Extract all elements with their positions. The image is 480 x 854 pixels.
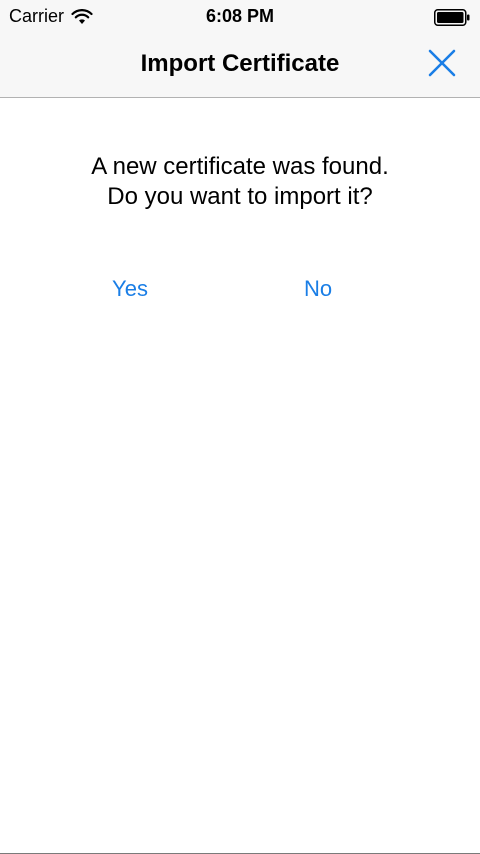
navigation-bar: Import Certificate <box>0 34 480 97</box>
top-bar: Carrier 6:08 PM Import Certificate <box>0 0 480 98</box>
dialog-content: A new certificate was found. Do you want… <box>0 98 480 312</box>
message-line-1: A new certificate was found. <box>91 153 389 180</box>
button-row: Yes No <box>0 272 480 312</box>
status-time: 6:08 PM <box>205 6 275 26</box>
close-icon[interactable] <box>426 47 458 79</box>
message-line-2: Do you want to import it? <box>107 183 373 210</box>
import-message: A new certificate was found. Do you want… <box>0 152 480 212</box>
yes-button[interactable]: Yes <box>106 272 154 306</box>
no-button[interactable]: No <box>298 272 338 306</box>
battery-icon <box>434 9 470 26</box>
import-certificate-screen: Carrier 6:08 PM Import Certificate A new… <box>0 0 480 854</box>
status-bar: Carrier 6:08 PM <box>0 0 480 34</box>
page-title: Import Certificate <box>140 50 340 77</box>
